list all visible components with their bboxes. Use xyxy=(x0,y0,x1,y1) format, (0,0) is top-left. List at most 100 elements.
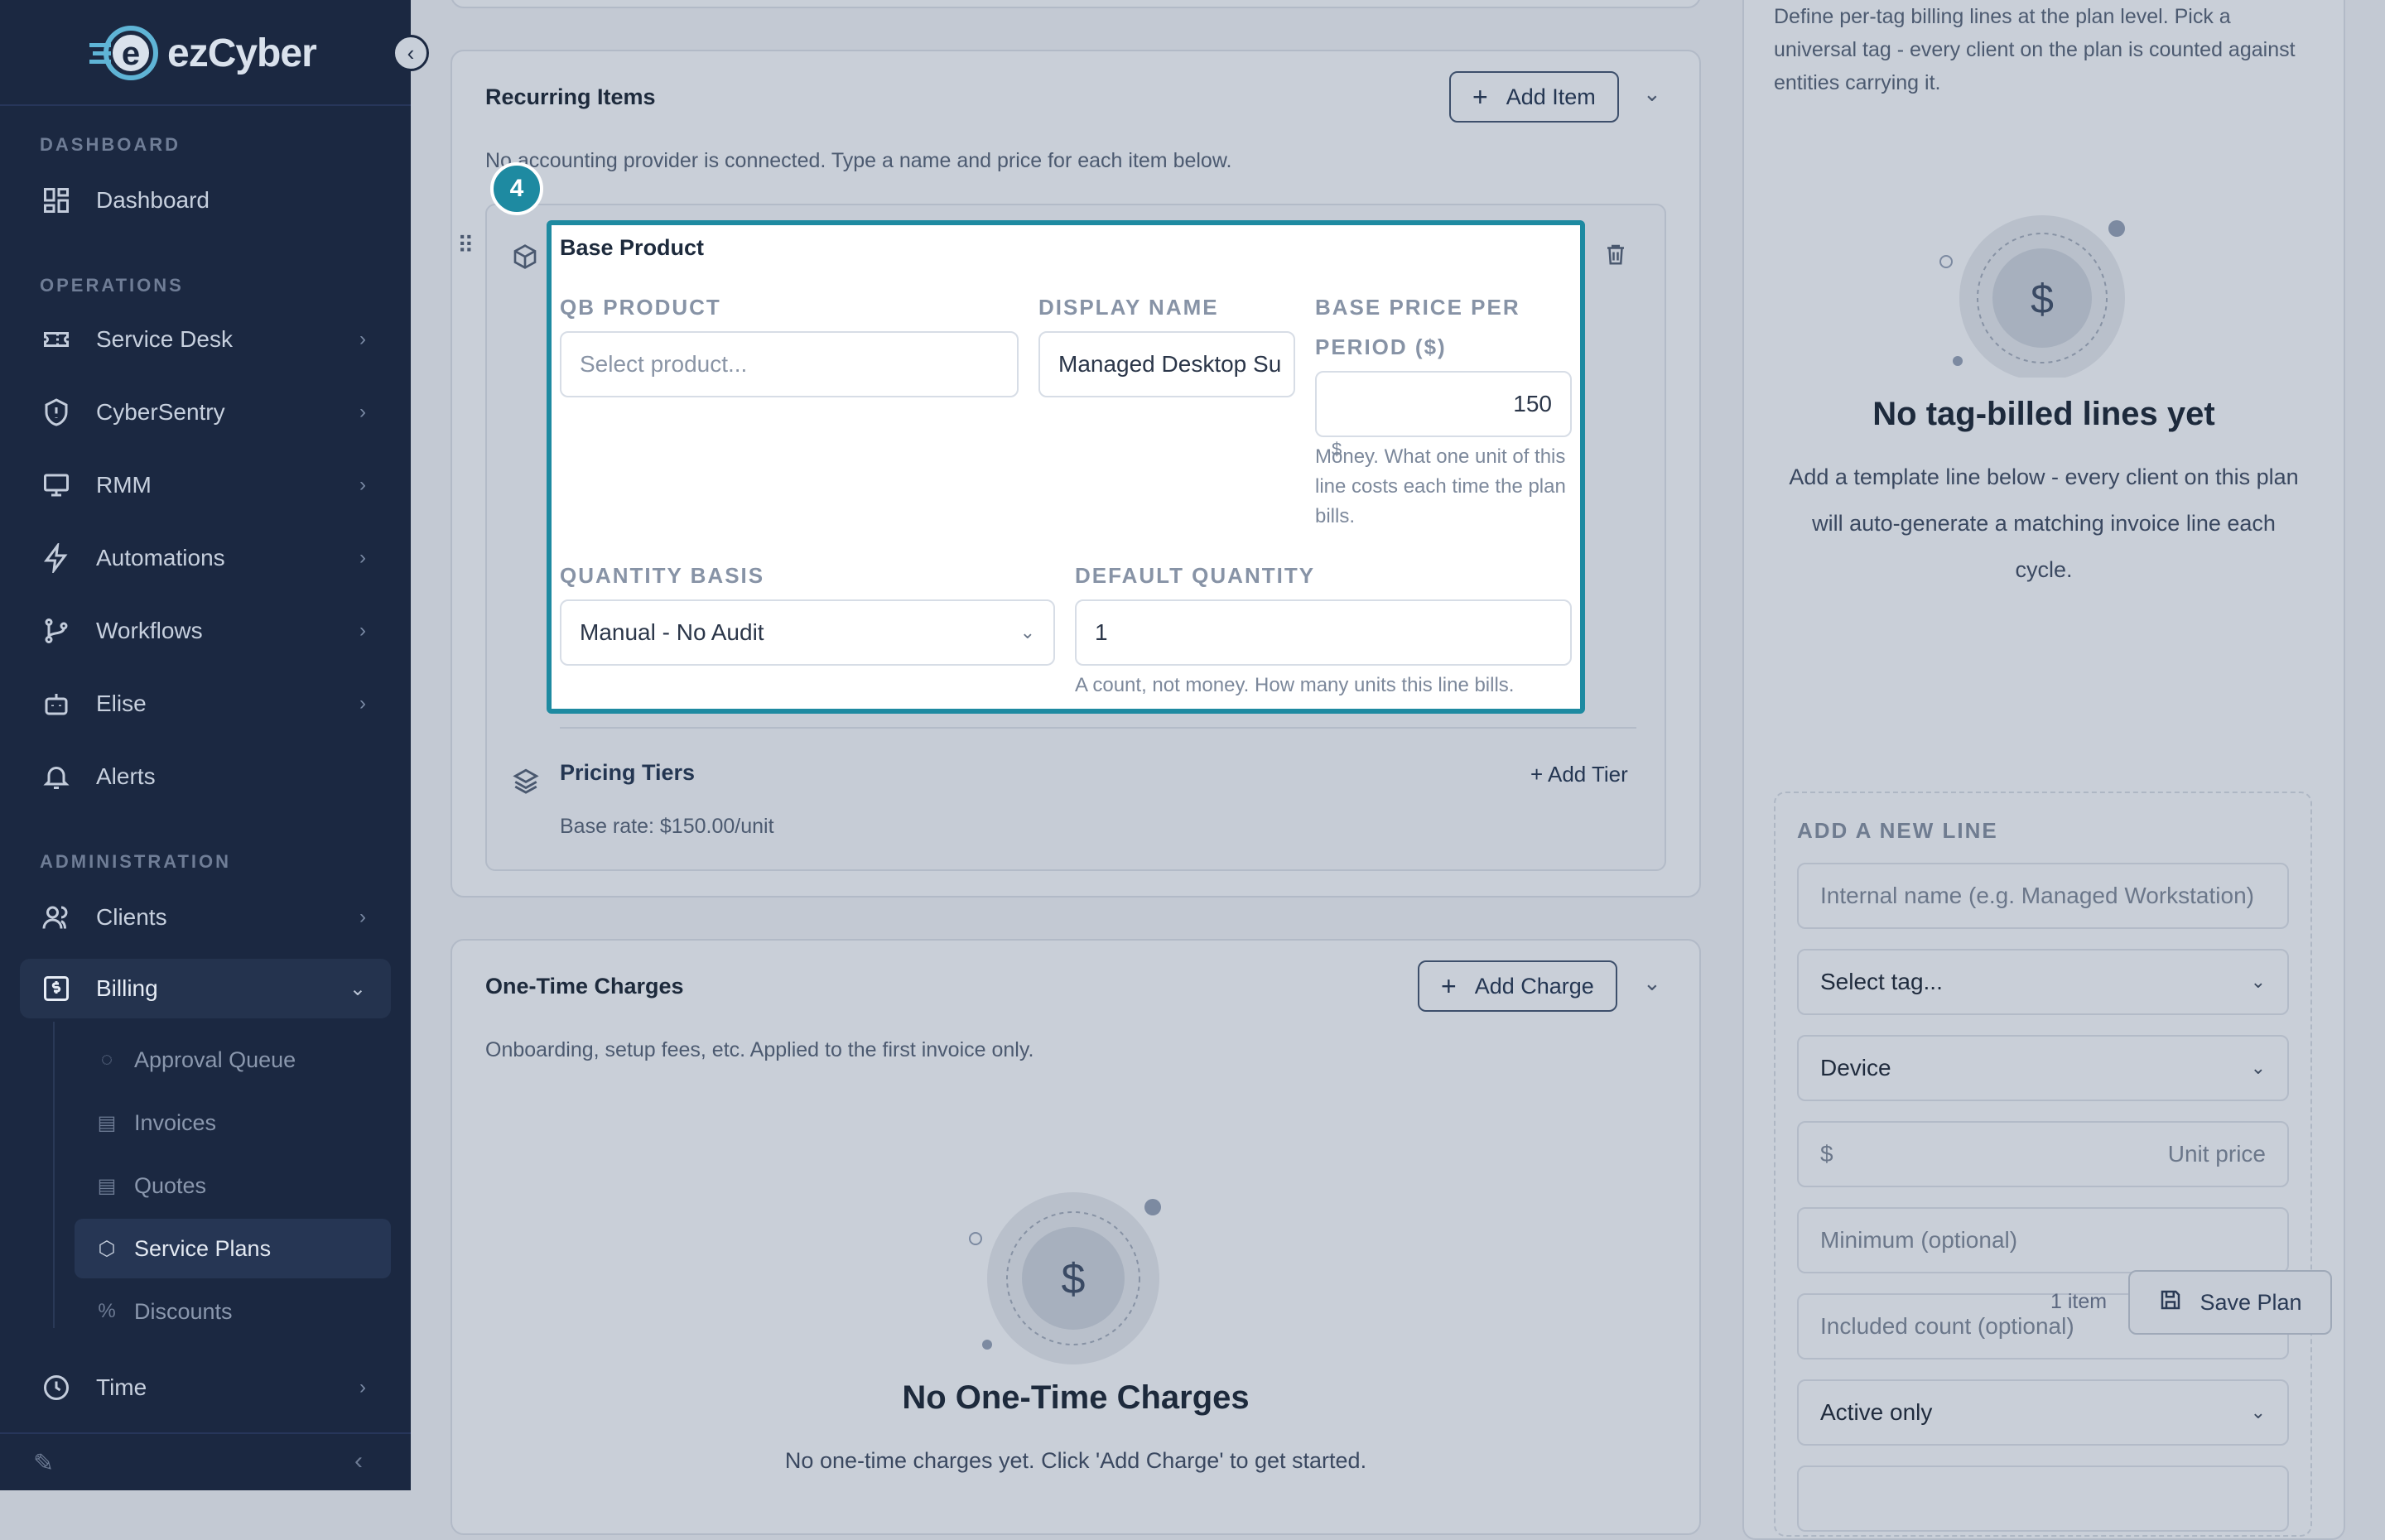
sidebar-subitem-quotes[interactable]: ▤ Quotes xyxy=(75,1156,391,1215)
shield-icon xyxy=(40,396,73,429)
chevron-down-icon: ⌄ xyxy=(1019,622,1035,642)
chevron-left-icon: ‹ xyxy=(407,40,415,65)
bell-icon xyxy=(40,760,73,793)
sidebar-item-time[interactable]: Time › xyxy=(20,1358,391,1417)
save-plan-button[interactable]: Save Plan xyxy=(2128,1270,2332,1335)
brand-logo[interactable]: e ezCyber xyxy=(89,20,317,86)
chevron-down-icon: ⌄ xyxy=(349,977,366,1000)
sidebar-subitem-approval-queue[interactable]: ◌ Approval Queue xyxy=(75,1030,391,1090)
add-tier-button[interactable]: + Add Tier xyxy=(1530,762,1628,787)
sidebar-item-label: Service Desk xyxy=(96,326,233,352)
unit-price-input[interactable]: $ Unit price xyxy=(1797,1121,2289,1187)
collapse-onetime-chevron-icon[interactable]: ⌄ xyxy=(1643,970,1661,996)
chevron-right-icon: › xyxy=(359,619,366,642)
svg-text:$: $ xyxy=(2031,276,2054,322)
receipt-dollar-icon xyxy=(40,972,73,1005)
chevron-down-icon: ⌄ xyxy=(2250,971,2266,992)
chevron-right-icon: › xyxy=(359,401,366,423)
sidebar-subitem-discounts[interactable]: % Discounts xyxy=(75,1282,391,1341)
sidebar-item-label: Elise xyxy=(96,691,147,716)
drag-handle-icon[interactable]: ⠿ xyxy=(457,232,475,259)
collapse-arrow-icon[interactable]: ‹ xyxy=(354,1447,363,1475)
sidebar-item-workflows[interactable]: Workflows › xyxy=(20,601,391,661)
collapse-recurring-chevron-icon[interactable]: ⌄ xyxy=(1643,81,1661,107)
sidebar-item-clients[interactable]: Clients › xyxy=(20,888,391,947)
sidebar-subitem-label: Discounts xyxy=(134,1298,233,1324)
sidebar-item-label: Dashboard xyxy=(96,187,210,213)
status-filter-value: Active only xyxy=(1820,1399,1933,1425)
logo-icon: e xyxy=(89,23,166,83)
add-charge-button[interactable]: + Add Charge xyxy=(1418,960,1617,1012)
base-product-title: Base Product xyxy=(560,235,705,260)
sidebar-subitem-label: Invoices xyxy=(134,1109,217,1135)
empty-dollar-illustration: $ xyxy=(1931,212,2171,382)
default-quantity-input[interactable]: 1 xyxy=(1075,599,1572,666)
step-badge: 4 xyxy=(490,162,543,215)
items-count: 1 item xyxy=(2050,1290,2108,1313)
pencil-icon[interactable]: ✎ xyxy=(33,1449,54,1478)
line-name-input[interactable]: Internal name (e.g. Managed Workstation) xyxy=(1797,863,2289,929)
sidebar-subitem-label: Quotes xyxy=(134,1172,207,1198)
currency-prefix: $ xyxy=(1820,1141,1833,1167)
chevron-right-icon: › xyxy=(359,906,366,928)
entity-type-select[interactable]: Device ⌄ xyxy=(1797,1035,2289,1101)
sidebar-subitem-invoices[interactable]: ▤ Invoices xyxy=(75,1093,391,1153)
sidebar-subitem-service-plans[interactable]: ⬡ Service Plans xyxy=(75,1219,391,1278)
display-name-input[interactable]: Managed Desktop Su xyxy=(1038,331,1295,397)
base-rate-text: Base rate: $150.00/unit xyxy=(560,815,774,838)
base-price-label-line1: BASE PRICE PER xyxy=(1315,295,1520,320)
check-circle-icon: ◌ xyxy=(100,1048,113,1071)
section-label-administration: ADMINISTRATION xyxy=(40,851,232,872)
sidebar-item-service-desk[interactable]: Service Desk › xyxy=(20,310,391,369)
status-filter-select[interactable]: Active only ⌄ xyxy=(1797,1379,2289,1446)
users-icon xyxy=(40,901,73,934)
section-label-dashboard: DASHBOARD xyxy=(40,134,181,155)
save-icon xyxy=(2158,1287,2183,1318)
save-plan-label: Save Plan xyxy=(2200,1289,2302,1315)
grid-icon xyxy=(40,184,73,217)
package-icon xyxy=(512,242,538,276)
quantity-basis-label: QUANTITY BASIS xyxy=(560,563,765,588)
one-time-charges-title: One-Time Charges xyxy=(485,974,684,999)
sidebar-collapse-button[interactable]: ‹ xyxy=(393,35,429,71)
minimum-input[interactable]: Minimum (optional) xyxy=(1797,1207,2289,1273)
monitor-icon xyxy=(40,469,73,502)
trash-icon[interactable] xyxy=(1603,240,1628,272)
chevron-right-icon: › xyxy=(359,474,366,496)
sidebar-footer: ✎ ‹ xyxy=(0,1432,411,1490)
add-item-label: Add Item xyxy=(1506,84,1596,109)
sidebar-item-elise[interactable]: Elise › xyxy=(20,674,391,734)
next-field[interactable] xyxy=(1797,1465,2289,1532)
bot-icon xyxy=(40,687,73,720)
tag-select[interactable]: Select tag... ⌄ xyxy=(1797,949,2289,1015)
sidebar-item-alerts[interactable]: Alerts xyxy=(20,747,391,806)
recurring-items-subtitle: No accounting provider is connected. Typ… xyxy=(485,149,1232,172)
recurring-items-title: Recurring Items xyxy=(485,84,656,109)
base-price-input[interactable]: 150 xyxy=(1315,371,1572,437)
quantity-basis-select[interactable]: Manual - No Audit ⌄ xyxy=(560,599,1055,666)
tag-empty-text: Add a template line below - every client… xyxy=(1789,464,2299,582)
chevron-down-icon: ⌄ xyxy=(2250,1057,2266,1078)
add-item-button[interactable]: + Add Item xyxy=(1449,71,1619,123)
quantity-basis-value: Manual - No Audit xyxy=(580,619,764,645)
sidebar-item-cybersentry[interactable]: CyberSentry › xyxy=(20,383,391,442)
clock-icon xyxy=(40,1371,73,1404)
chevron-right-icon: › xyxy=(359,1376,366,1398)
sidebar-item-rmm[interactable]: RMM › xyxy=(20,455,391,515)
sidebar-item-automations[interactable]: Automations › xyxy=(20,528,391,588)
divider xyxy=(0,104,411,106)
plus-icon: + xyxy=(1441,970,1457,1001)
previous-card xyxy=(450,0,1701,8)
qb-product-select[interactable]: Select product... xyxy=(560,331,1019,397)
sidebar-item-dashboard[interactable]: Dashboard xyxy=(20,171,391,230)
sidebar-item-billing[interactable]: Billing ⌄ xyxy=(20,959,391,1018)
base-price-help: Money. What one unit of this line costs … xyxy=(1315,445,1566,527)
add-new-line-label: ADD A NEW LINE xyxy=(1797,818,1998,843)
chevron-down-icon: ⌄ xyxy=(2250,1402,2266,1422)
percent-icon: % xyxy=(98,1300,116,1322)
one-time-empty-text: No one-time charges yet. Click 'Add Char… xyxy=(784,1448,1367,1473)
base-price-label-line2: PERIOD ($) xyxy=(1315,334,1447,359)
document-icon: ▤ xyxy=(97,1174,117,1197)
price-prefix: $ xyxy=(1332,439,1342,460)
ticket-icon xyxy=(40,323,73,356)
